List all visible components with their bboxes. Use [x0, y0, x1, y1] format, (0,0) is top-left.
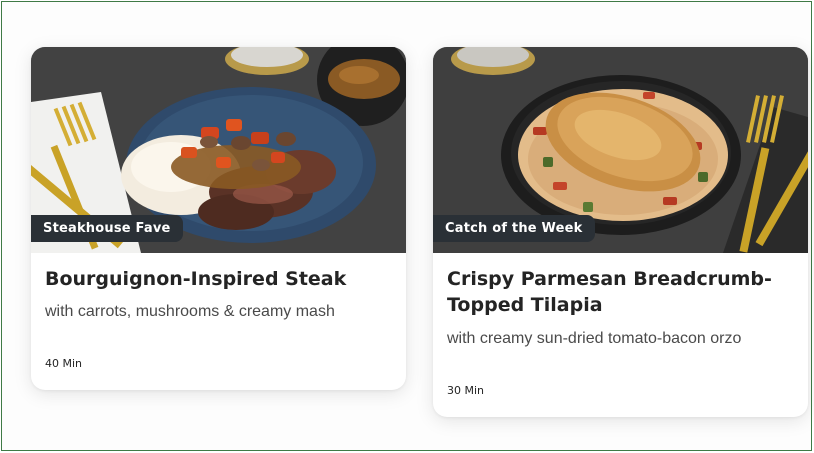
- page-frame: Steakhouse Fave Bourguignon-Inspired Ste…: [1, 1, 812, 451]
- recipe-badge: Steakhouse Fave: [31, 215, 183, 242]
- recipe-badge: Catch of the Week: [433, 215, 595, 242]
- recipe-title[interactable]: Bourguignon-Inspired Steak: [45, 266, 390, 292]
- recipe-card-steak[interactable]: Steakhouse Fave Bourguignon-Inspired Ste…: [31, 47, 406, 390]
- recipe-cook-time: 40 Min: [45, 357, 83, 370]
- recipe-title[interactable]: Crispy Parmesan Breadcrumb-Topped Tilapi…: [447, 266, 792, 318]
- recipe-subtitle: with carrots, mushrooms & creamy mash: [45, 303, 335, 320]
- recipe-cook-time: 30 Min: [447, 384, 485, 397]
- recipe-subtitle: with creamy sun-dried tomato-bacon orzo: [447, 330, 742, 347]
- recipe-card-tilapia[interactable]: Catch of the Week Crispy Parmesan Breadc…: [433, 47, 808, 417]
